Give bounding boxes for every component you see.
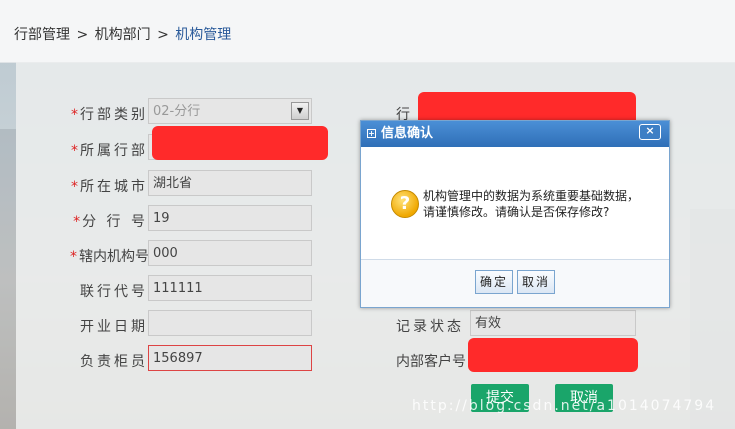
- branch-type-select[interactable]: 02-分行 ▼: [148, 98, 312, 124]
- field-row-branch-no: * 分 行 号: [16, 205, 148, 233]
- top-header: 行部管理 > 机构部门 > 机构管理: [0, 0, 735, 63]
- breadcrumb-item-dept-mgmt[interactable]: 行部管理: [14, 27, 70, 43]
- watermark: http://blog.csdn.net/a1014074794: [412, 398, 717, 414]
- open-date-input[interactable]: [148, 310, 312, 336]
- bank-code-input[interactable]: 111111: [148, 275, 312, 301]
- confirm-dialog: + 信息确认 × ? 机构管理中的数据为系统重要基础数据， 请谨慎修改。请确认是…: [360, 120, 670, 308]
- field-row-open-date: 开业日期: [16, 310, 148, 338]
- customer-no-label: 内部客户号: [396, 354, 466, 370]
- dialog-titlebar: + 信息确认 ×: [361, 121, 669, 147]
- field-label: * 辖内机构号: [70, 249, 149, 265]
- dialog-footer: 确定 取消: [361, 259, 669, 307]
- breadcrumb-separator: >: [76, 27, 89, 43]
- field-row-teller: 负责柜员: [16, 345, 148, 373]
- dialog-title: 信息确认: [381, 126, 434, 141]
- field-label: * 行部类别: [71, 107, 148, 123]
- org-no-input[interactable]: 000: [148, 240, 312, 266]
- dialog-message-line: 请谨慎修改。请确认是否保存修改?: [423, 205, 610, 219]
- city-input[interactable]: 湖北省: [148, 170, 312, 196]
- breadcrumb-item-org-dept[interactable]: 机构部门: [95, 27, 151, 43]
- window-icon: +: [367, 129, 376, 138]
- field-row-bank-code: 联行代号: [16, 275, 148, 303]
- field-label: * 所在城市: [71, 179, 148, 195]
- field-row-branch-type: * 行部类别: [16, 98, 148, 126]
- dialog-cancel-button[interactable]: 取消: [517, 270, 555, 294]
- status-label: 记录状态: [396, 319, 464, 335]
- dialog-body: ? 机构管理中的数据为系统重要基础数据， 请谨慎修改。请确认是否保存修改?: [361, 148, 669, 258]
- field-label: * 所属行部: [71, 143, 148, 159]
- dialog-message: 机构管理中的数据为系统重要基础数据， 请谨慎修改。请确认是否保存修改?: [423, 188, 639, 220]
- redaction-mark: [468, 338, 638, 372]
- breadcrumb: 行部管理 > 机构部门 > 机构管理: [14, 24, 231, 44]
- chevron-down-icon[interactable]: ▼: [291, 102, 309, 120]
- branch-no-input[interactable]: 19: [148, 205, 312, 231]
- field-label: 开业日期: [80, 319, 148, 335]
- field-label: 负责柜员: [80, 354, 148, 370]
- field-row-parent-dept: * 所属行部: [16, 134, 148, 162]
- redaction-mark: [152, 126, 328, 160]
- status-input[interactable]: 有效: [470, 310, 636, 336]
- breadcrumb-separator: >: [157, 27, 169, 43]
- field-row-city: * 所在城市: [16, 170, 148, 198]
- teller-input[interactable]: 156897: [148, 345, 312, 371]
- dialog-message-line: 机构管理中的数据为系统重要基础数据，: [423, 189, 640, 203]
- field-label: * 分 行 号: [73, 214, 148, 230]
- question-icon: ?: [391, 190, 419, 218]
- field-row-org-no: * 辖内机构号: [16, 240, 149, 268]
- breadcrumb-current: 机构管理: [175, 27, 232, 43]
- dialog-confirm-button[interactable]: 确定: [475, 270, 513, 294]
- close-icon[interactable]: ×: [639, 124, 661, 140]
- field-label: 联行代号: [80, 284, 148, 300]
